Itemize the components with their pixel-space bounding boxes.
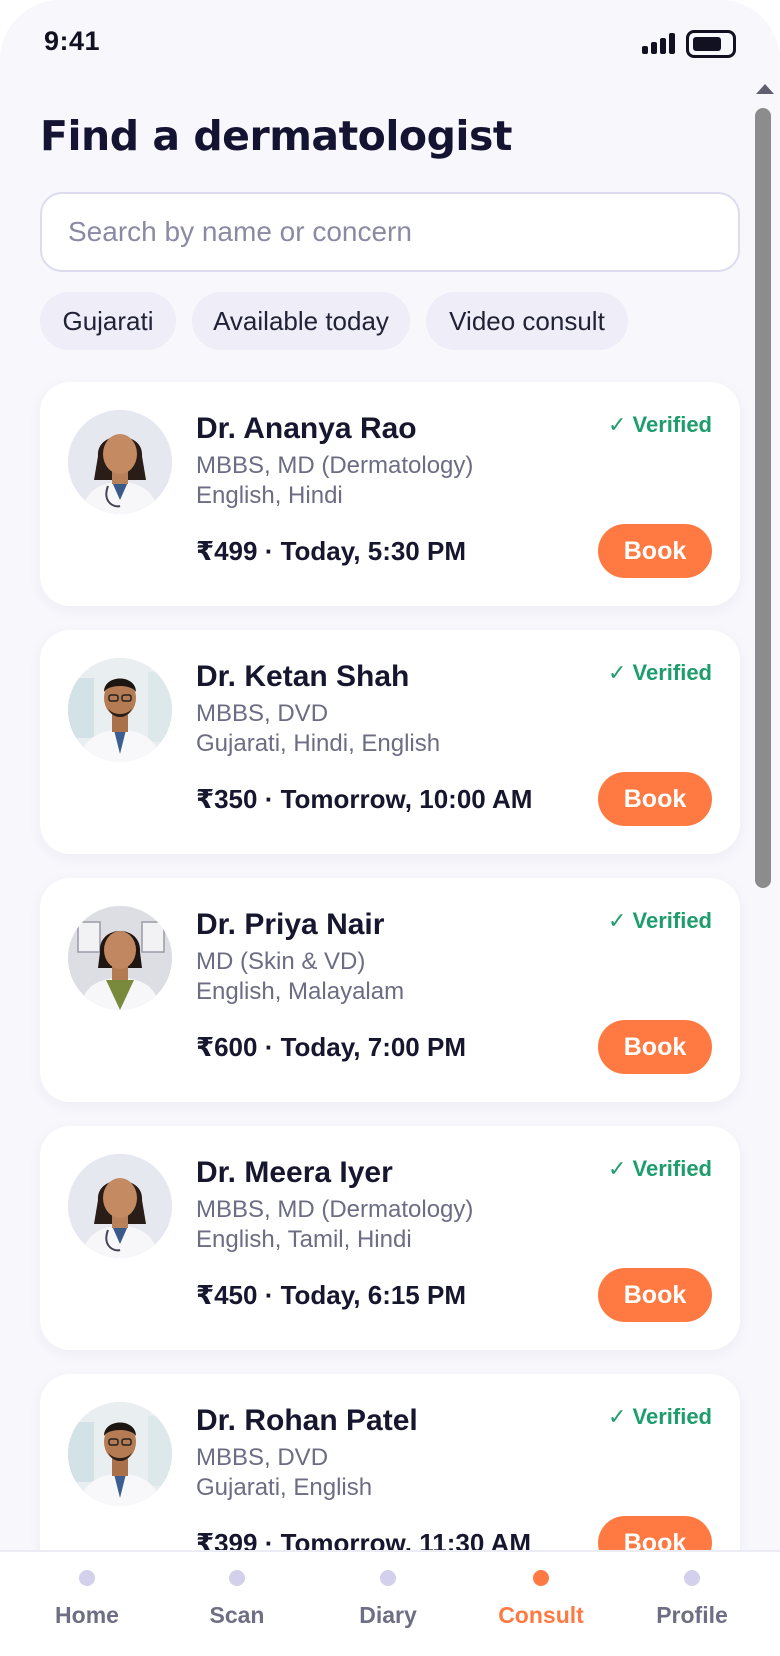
filter-chip-available-today[interactable]: Available today (192, 292, 410, 350)
doctor-qualification: MBBS, DVD (196, 1444, 329, 1471)
verified-badge: ✓ Verified (607, 660, 712, 685)
doctor-avatar (68, 1402, 172, 1506)
consult-dot-icon (533, 1570, 549, 1586)
search-field[interactable] (40, 192, 740, 272)
doctor-card[interactable]: Dr. Priya Nair MD (Skin & VD) English, M… (40, 878, 740, 1102)
doctor-name: Dr. Rohan Patel (196, 1404, 418, 1437)
tab-diary[interactable]: Diary (313, 1552, 463, 1656)
tab-scan[interactable]: Scan (162, 1552, 312, 1656)
tab-home[interactable]: Home (12, 1552, 162, 1656)
doctor-avatar (68, 906, 172, 1010)
tab-label: Home (55, 1602, 119, 1628)
filter-chip-video-consult[interactable]: Video consult (426, 292, 628, 350)
scrollbar-thumb[interactable] (755, 108, 771, 888)
app-screen: 9:41 Find a dermatologist Gujarati Avail… (0, 0, 780, 1656)
home-dot-icon (79, 1570, 95, 1586)
doctor-card[interactable]: Dr. Ananya Rao MBBS, MD (Dermatology) En… (40, 382, 740, 606)
filter-chip-gujarati[interactable]: Gujarati (40, 292, 176, 350)
tab-profile[interactable]: Profile (617, 1552, 767, 1656)
tab-label: Consult (498, 1602, 584, 1628)
bottom-tab-bar: Home Scan Diary Consult Profile (0, 1550, 780, 1656)
doctor-languages: English, Malayalam (196, 978, 405, 1005)
doctor-fee-slot: ₹499 · Today, 5:30 PM (196, 536, 466, 566)
doctor-qualification: MD (Skin & VD) (196, 948, 366, 975)
doctor-name: Dr. Meera Iyer (196, 1156, 393, 1189)
tab-label: Profile (656, 1602, 728, 1628)
doctor-languages: Gujarati, Hindi, English (196, 730, 441, 757)
status-time: 9:41 (44, 26, 101, 56)
doctor-card[interactable]: Dr. Ketan Shah MBBS, DVD Gujarati, Hindi… (40, 630, 740, 854)
doctor-fee-slot: ₹600 · Today, 7:00 PM (196, 1032, 466, 1062)
doctor-avatar (68, 658, 172, 762)
doctor-qualification: MBBS, MD (Dermatology) (196, 452, 474, 479)
battery-icon (686, 30, 736, 58)
diary-dot-icon (380, 1570, 396, 1586)
scan-dot-icon (229, 1570, 245, 1586)
signal-icon (642, 32, 676, 54)
book-button[interactable]: Book (598, 524, 712, 578)
doctor-qualification: MBBS, DVD (196, 700, 329, 727)
book-button[interactable]: Book (598, 772, 712, 826)
profile-dot-icon (684, 1570, 700, 1586)
verified-badge: ✓ Verified (607, 412, 712, 437)
tab-label: Scan (209, 1602, 265, 1628)
doctor-name: Dr. Ketan Shah (196, 660, 410, 693)
doctor-qualification: MBBS, MD (Dermatology) (196, 1196, 474, 1223)
doctor-avatar (68, 1154, 172, 1258)
doctor-avatar (68, 410, 172, 514)
doctor-fee-slot: ₹450 · Today, 6:15 PM (196, 1280, 466, 1310)
doctor-languages: Gujarati, English (196, 1474, 373, 1501)
scroll-up-arrow-icon[interactable] (756, 84, 774, 94)
doctor-fee-slot: ₹350 · Tomorrow, 10:00 AM (196, 784, 533, 814)
book-button[interactable]: Book (598, 1020, 712, 1074)
doctor-name: Dr. Priya Nair (196, 908, 385, 941)
verified-badge: ✓ Verified (607, 908, 712, 933)
verified-badge: ✓ Verified (607, 1404, 712, 1429)
tab-consult[interactable]: Consult (466, 1552, 616, 1656)
doctor-card[interactable]: Dr. Meera Iyer MBBS, MD (Dermatology) En… (40, 1126, 740, 1350)
doctor-name: Dr. Ananya Rao (196, 412, 417, 445)
doctor-languages: English, Tamil, Hindi (196, 1226, 412, 1253)
doctor-languages: English, Hindi (196, 482, 343, 509)
status-bar: 9:41 (0, 0, 780, 90)
search-input[interactable] (68, 194, 708, 270)
page-title: Find a dermatologist (40, 112, 512, 160)
tab-label: Diary (359, 1602, 417, 1628)
scrollbar[interactable] (752, 78, 774, 1548)
verified-badge: ✓ Verified (607, 1156, 712, 1181)
book-button[interactable]: Book (598, 1268, 712, 1322)
